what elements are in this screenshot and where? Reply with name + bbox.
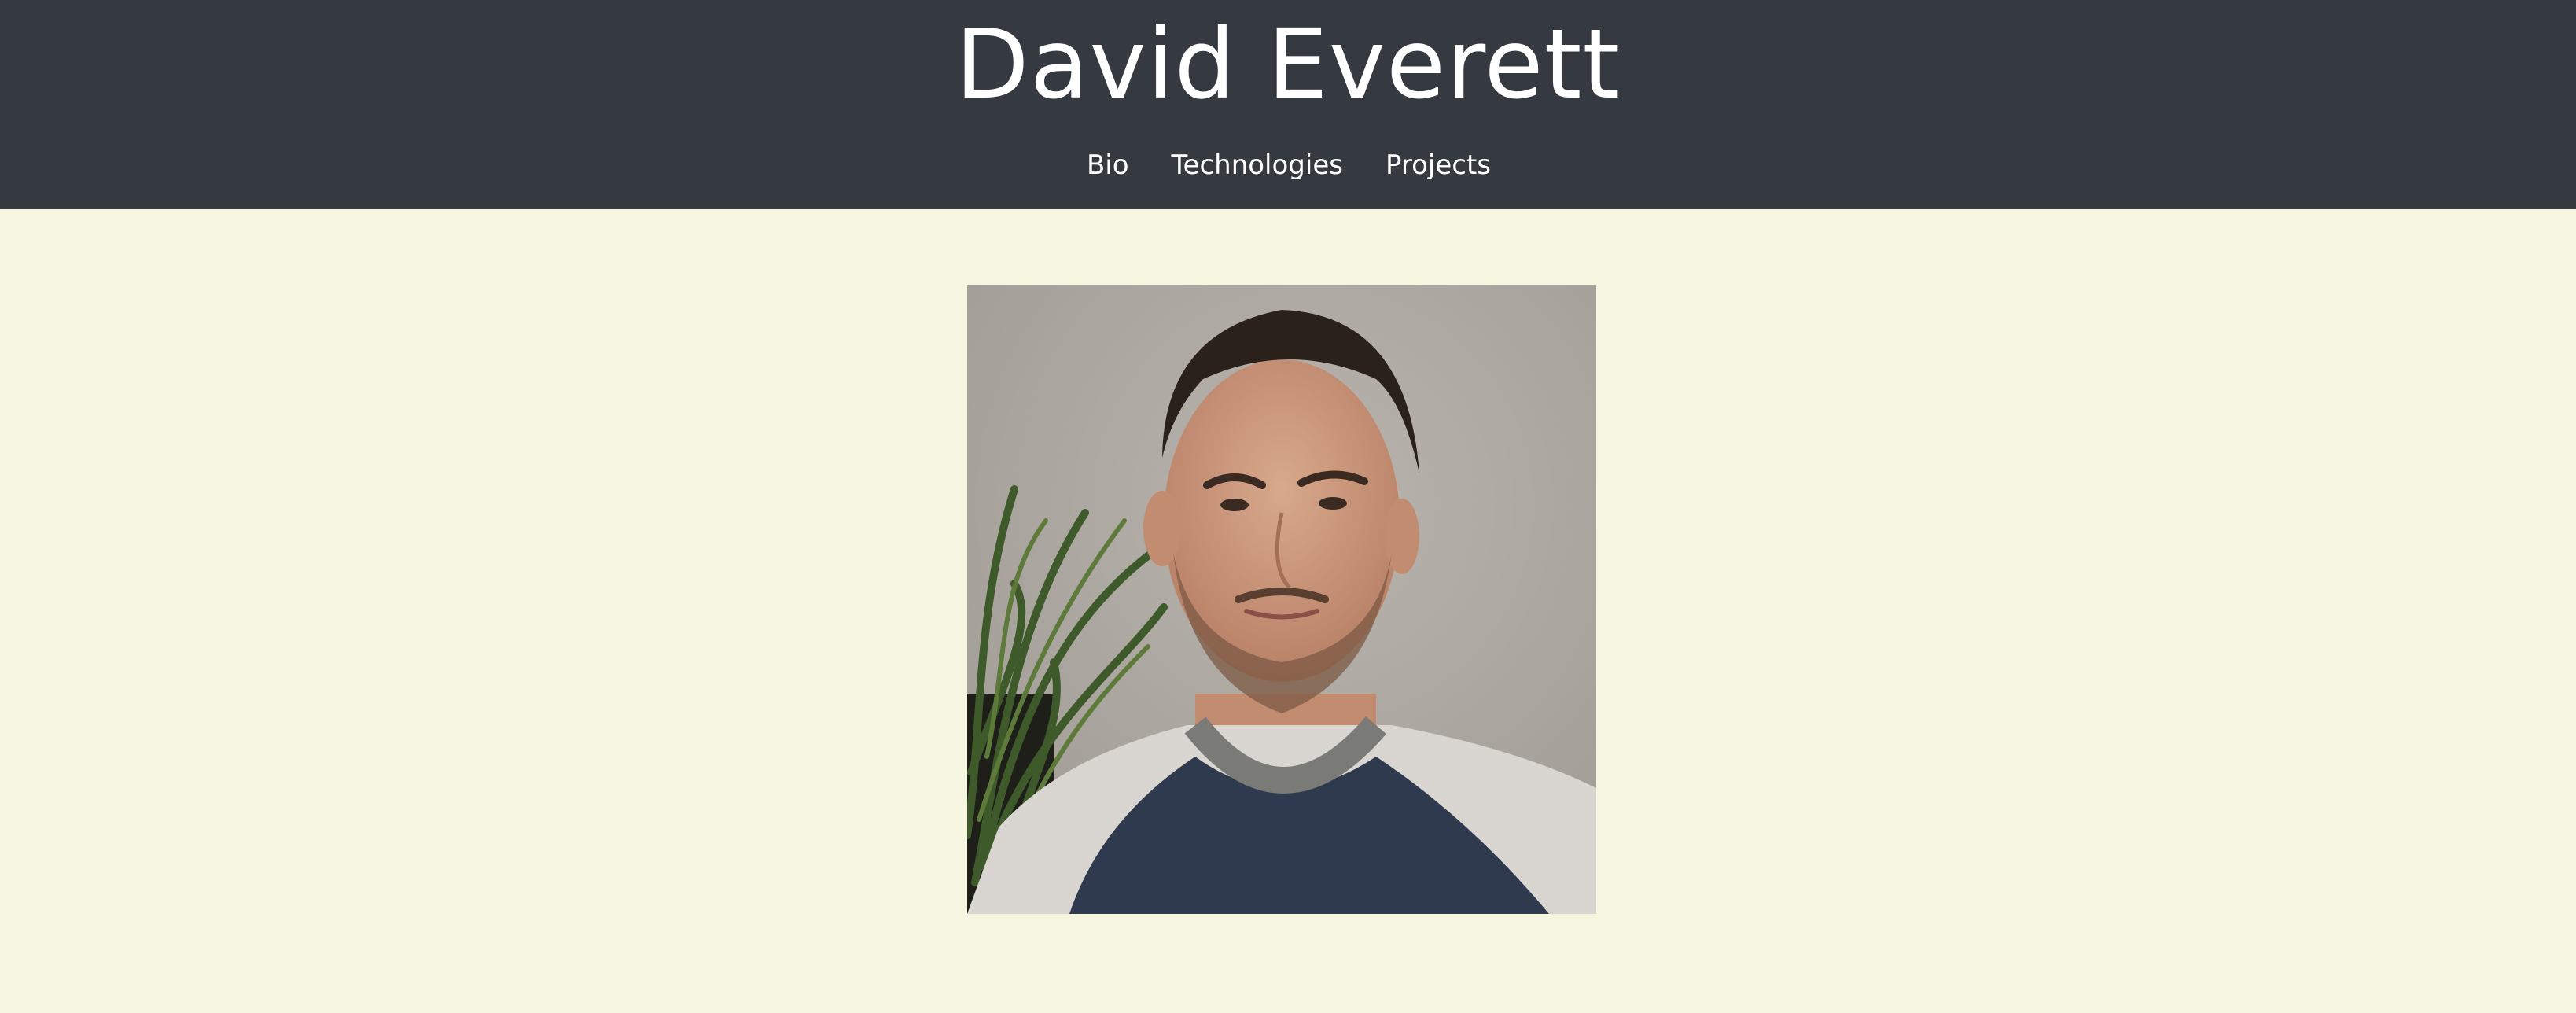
site-title: David Everett — [955, 9, 1621, 120]
main-nav: Bio Technologies Projects — [0, 143, 2576, 187]
nav-link-projects[interactable]: Projects — [1384, 143, 1491, 187]
nav-link-bio[interactable]: Bio — [1085, 143, 1129, 187]
nav-link-technologies[interactable]: Technologies — [1170, 143, 1343, 187]
site-header: David Everett Bio Technologies Projects — [0, 0, 2576, 209]
profile-photo — [967, 285, 1596, 914]
